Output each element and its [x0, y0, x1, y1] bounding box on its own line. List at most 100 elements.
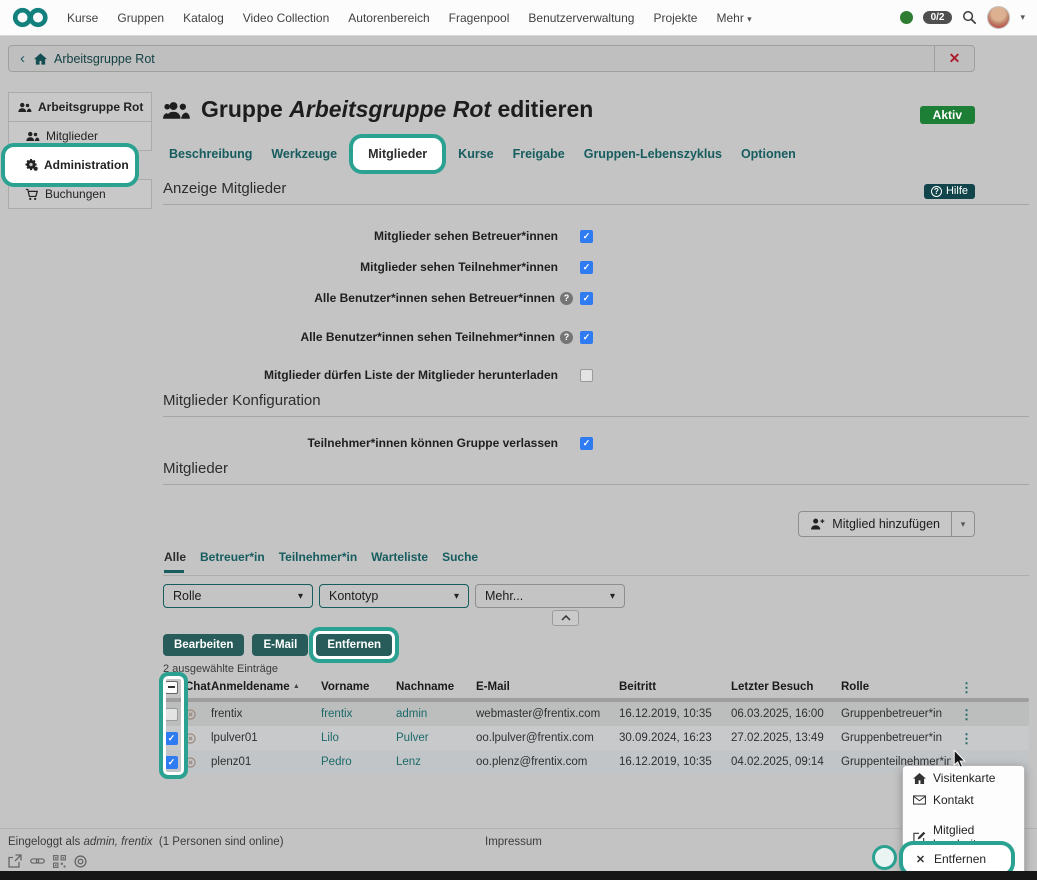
nav-item-katalog[interactable]: Katalog	[183, 11, 224, 25]
row-checkbox[interactable]: ✓	[163, 756, 185, 769]
cell-nachname[interactable]: admin	[396, 708, 476, 720]
row-menu-button[interactable]: ⋮	[951, 708, 1029, 721]
bearbeiten-button[interactable]: Bearbeiten	[163, 634, 244, 656]
add-member-dropdown[interactable]: ▾	[952, 511, 975, 537]
footer-icons	[8, 854, 87, 868]
cell-vorname[interactable]: frentix	[321, 708, 396, 720]
indeterminate-checkbox[interactable]	[165, 681, 178, 694]
filter-select-mehr[interactable]: Mehr...▾	[475, 584, 625, 608]
form-row: Mitglieder dürfen Liste der Mitglieder h…	[163, 363, 593, 387]
members-table: ChatAnmeldename ▲VornameNachnameE-MailBe…	[163, 676, 1029, 774]
column-header-rolle[interactable]: Rolle	[841, 681, 951, 693]
filter-select-rolle[interactable]: Rolle▾	[163, 584, 313, 608]
close-tab-icon[interactable]: ✕	[934, 46, 974, 71]
openolat-logo-icon[interactable]	[12, 6, 49, 29]
nav-item-video-collection[interactable]: Video Collection	[243, 11, 330, 25]
target-icon[interactable]	[74, 854, 87, 868]
column-header-beitritt[interactable]: Beitritt	[619, 681, 731, 693]
menu-item-mitglied-bearbeiten[interactable]: Mitglied bearbeiten	[903, 826, 1024, 848]
tab-werkzeuge[interactable]: Werkzeuge	[271, 147, 337, 161]
entfernen-button[interactable]: Entfernen	[316, 634, 392, 656]
checkbox[interactable]: ✓	[580, 292, 593, 305]
chevron-down-icon[interactable]: ▾	[1020, 12, 1025, 23]
share-icon[interactable]	[8, 854, 22, 868]
checkbox[interactable]	[165, 708, 178, 721]
cell-beitritt: 16.12.2019, 10:35	[619, 756, 731, 768]
column-header-letzter-besuch[interactable]: Letzter Besuch	[731, 681, 841, 693]
checkbox[interactable]: ✓	[580, 261, 593, 274]
checkbox[interactable]: ✓	[580, 230, 593, 243]
nav-item-kurse[interactable]: Kurse	[67, 11, 98, 25]
filter-tab-teilnehmer-in[interactable]: Teilnehmer*in	[279, 550, 357, 564]
row-menu-button[interactable]: ⋮	[951, 732, 1029, 745]
presence-dot	[900, 11, 913, 24]
kebab-icon: ⋮	[960, 708, 973, 721]
cell-nachname[interactable]: Pulver	[396, 732, 476, 744]
cart-icon	[25, 188, 39, 201]
impressum-link[interactable]: Impressum	[485, 836, 542, 848]
chat-status	[185, 757, 211, 768]
filter-tab-alle[interactable]: Alle	[164, 550, 186, 564]
cell-vorname[interactable]: Lilo	[321, 732, 396, 744]
tab-gruppen-lebenszyklus[interactable]: Gruppen-Lebenszyklus	[584, 147, 722, 161]
table-body: frentixfrentixadminwebmaster@frentix.com…	[163, 702, 1029, 774]
floating-button[interactable]	[872, 845, 897, 870]
filter-select-kontotyp[interactable]: Kontotyp▾	[319, 584, 469, 608]
filter-tab-suche[interactable]: Suche	[442, 550, 478, 564]
filter-tab-betreuer-in[interactable]: Betreuer*in	[200, 550, 265, 564]
checkbox[interactable]: ✓	[165, 732, 178, 745]
tab-optionen[interactable]: Optionen	[741, 147, 796, 161]
sidebar-item-mitglieder[interactable]: Mitglieder	[8, 121, 152, 151]
checkbox[interactable]	[580, 369, 593, 382]
counter-badge[interactable]: 0/2	[923, 11, 953, 24]
tab-freigabe[interactable]: Freigabe	[513, 147, 565, 161]
table-row: ✓lpulver01LiloPulveroo.lpulver@frentix.c…	[163, 726, 1029, 750]
nav-item-gruppen[interactable]: Gruppen	[117, 11, 164, 25]
collapse-filters-button[interactable]	[552, 610, 579, 626]
menu-item-visitenkarte[interactable]: Visitenkarte	[903, 767, 1024, 789]
menu-item-kontakt[interactable]: Kontakt	[903, 789, 1024, 811]
filter-tab-warteliste[interactable]: Warteliste	[371, 550, 428, 564]
tab-beschreibung[interactable]: Beschreibung	[169, 147, 252, 161]
cell-nachname[interactable]: Lenz	[396, 756, 476, 768]
bulk-action-buttons: Bearbeiten E-Mail Entfernen	[163, 634, 392, 656]
checkbox[interactable]: ✓	[580, 331, 593, 344]
column-header-e-mail[interactable]: E-Mail	[476, 681, 619, 693]
column-header-nachname[interactable]: Nachname	[396, 681, 476, 693]
cell-vorname[interactable]: Pedro	[321, 756, 396, 768]
nav-item-benutzerverwaltung[interactable]: Benutzerverwaltung	[528, 11, 634, 25]
back-chevron-icon[interactable]: ‹	[9, 51, 34, 66]
add-member-button[interactable]: Mitglied hinzufügen	[798, 511, 952, 537]
search-icon[interactable]	[962, 10, 977, 25]
menu-item-entfernen[interactable]: ✕Entfernen	[906, 848, 1008, 870]
tab-mitglieder[interactable]: Mitglieder	[356, 141, 439, 167]
column-header-chat[interactable]: Chat	[185, 681, 211, 693]
help-icon[interactable]: ?	[560, 331, 573, 344]
link-icon[interactable]	[30, 854, 45, 868]
user-avatar[interactable]	[987, 6, 1010, 29]
row-checkbox[interactable]	[163, 708, 185, 721]
e-mail-button[interactable]: E-Mail	[252, 634, 308, 656]
nav-item-autorenbereich[interactable]: Autorenbereich	[348, 11, 429, 25]
breadcrumb-label[interactable]: Arbeitsgruppe Rot	[54, 52, 155, 66]
checkbox[interactable]: ✓	[580, 437, 593, 450]
select-all-checkbox[interactable]	[163, 681, 185, 694]
row-checkbox[interactable]: ✓	[163, 732, 185, 745]
column-header-vorname[interactable]: Vorname	[321, 681, 396, 693]
help-badge[interactable]: ?Hilfe	[924, 184, 975, 199]
table-menu-button[interactable]: ⋮	[951, 681, 1029, 694]
help-icon[interactable]: ?	[560, 292, 573, 305]
sidebar-item-arbeitsgruppe-rot[interactable]: Arbeitsgruppe Rot	[8, 92, 152, 122]
qr-code-icon[interactable]	[53, 854, 66, 868]
home-icon[interactable]	[34, 53, 47, 65]
sidebar-item-administration[interactable]: Administration	[8, 150, 132, 180]
sidebar-item-buchungen[interactable]: Buchungen	[8, 179, 152, 209]
checkbox[interactable]: ✓	[165, 756, 178, 769]
form-row: Mitglieder sehen Betreuer*innen✓	[163, 224, 593, 248]
nav-item-projekte[interactable]: Projekte	[653, 11, 697, 25]
column-header-anmeldename[interactable]: Anmeldename ▲	[211, 681, 321, 693]
tab-kurse[interactable]: Kurse	[458, 147, 493, 161]
nav-item-mehr[interactable]: Mehr ▾	[716, 11, 751, 25]
nav-item-fragenpool[interactable]: Fragenpool	[449, 11, 510, 25]
member-filter-tabs: Alle Betreuer*in Teilnehmer*in Warteliste Su…	[164, 550, 478, 564]
